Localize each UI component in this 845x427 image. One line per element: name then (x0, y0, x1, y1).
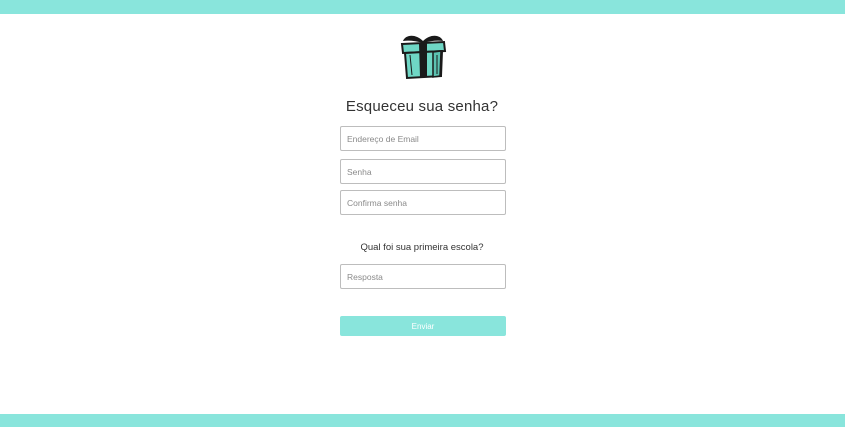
email-field[interactable] (340, 126, 506, 151)
page-title: Esqueceu sua senha? (345, 98, 499, 115)
submit-button[interactable]: Enviar (340, 316, 506, 336)
gift-box-icon (397, 31, 449, 81)
bottom-accent-bar (0, 414, 845, 427)
security-question-label: Qual foi sua primeira escola? (360, 242, 484, 253)
password-field[interactable] (340, 159, 506, 184)
security-answer-field[interactable] (340, 264, 506, 289)
top-accent-bar (0, 0, 845, 14)
confirm-password-field[interactable] (340, 190, 506, 215)
